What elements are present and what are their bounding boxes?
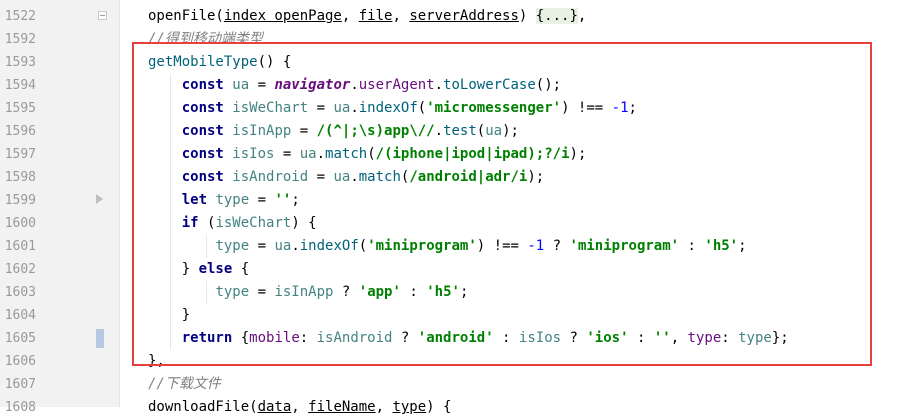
code-token: index openPage <box>223 8 342 24</box>
code-token: , <box>577 8 587 24</box>
code-token: data <box>257 399 292 415</box>
code-token: ) { <box>426 399 452 415</box>
fold-toggle-icon[interactable] <box>98 11 107 20</box>
line-number: 1606 <box>4 354 36 369</box>
code-token: downloadFile( <box>148 399 258 415</box>
line-number: 1598 <box>4 170 36 185</box>
code-line[interactable]: 1607 //下载文件 <box>0 373 911 396</box>
change-marker <box>96 329 104 348</box>
code-token: , <box>341 8 359 24</box>
line-number: 1607 <box>4 377 36 392</box>
code-token: type <box>392 399 427 415</box>
line-number: 1594 <box>4 78 36 93</box>
code-token: serverAddress <box>409 8 519 24</box>
code-token: openFile( <box>148 8 224 24</box>
line-number: 1603 <box>4 285 36 300</box>
code-token: ) <box>518 8 536 24</box>
code-token: {...} <box>535 8 578 24</box>
line-number: 1522 <box>4 9 36 24</box>
breakpoint-arrow-icon[interactable] <box>96 194 103 204</box>
highlight-annotation-box <box>132 42 872 366</box>
line-number: 1596 <box>4 124 36 139</box>
code-token: fileName <box>308 399 376 415</box>
line-number: 1592 <box>4 32 36 47</box>
code-text[interactable]: //下载文件 <box>148 373 221 396</box>
code-token: , <box>375 399 393 415</box>
code-token: file <box>358 8 393 24</box>
code-text[interactable]: downloadFile(data, fileName, type) { <box>148 396 451 419</box>
line-number: 1599 <box>4 193 36 208</box>
line-number: 1601 <box>4 239 36 254</box>
code-line[interactable]: 1608 downloadFile(data, fileName, type) { <box>0 396 911 419</box>
line-number: 1600 <box>4 216 36 231</box>
line-number: 1602 <box>4 262 36 277</box>
line-number: 1595 <box>4 101 36 116</box>
code-token: , <box>291 399 309 415</box>
line-number: 1593 <box>4 55 36 70</box>
code-line[interactable]: 1522 openFile(index openPage, file, serve… <box>0 5 911 28</box>
code-token: //下载文件 <box>148 376 221 392</box>
code-token: , <box>392 8 410 24</box>
line-number: 1608 <box>4 400 36 415</box>
line-number: 1597 <box>4 147 36 162</box>
line-number: 1605 <box>4 331 36 346</box>
code-text[interactable]: openFile(index openPage, file, serverAdd… <box>148 5 586 28</box>
line-number: 1604 <box>4 308 36 323</box>
